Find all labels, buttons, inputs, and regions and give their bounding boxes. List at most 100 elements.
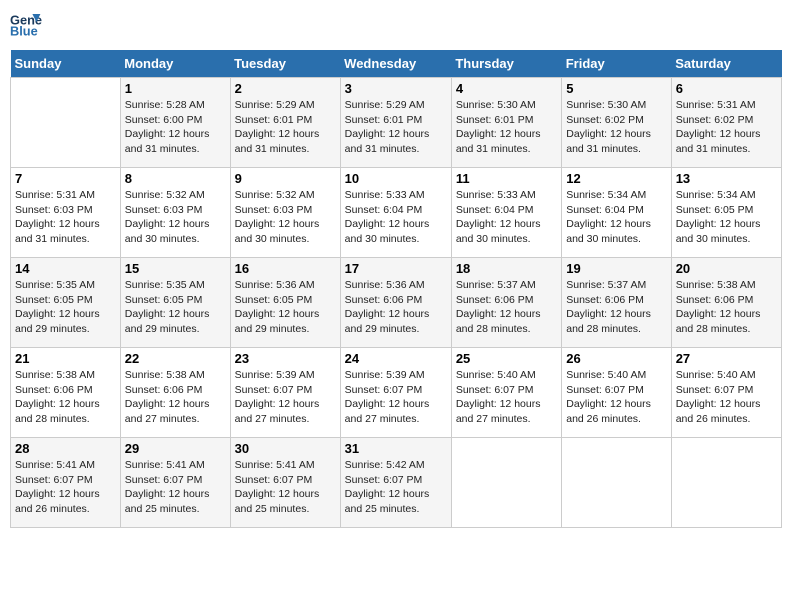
day-number: 25	[456, 351, 557, 366]
calendar-header: SundayMondayTuesdayWednesdayThursdayFrid…	[11, 50, 782, 78]
day-info: Sunrise: 5:28 AMSunset: 6:00 PMDaylight:…	[125, 98, 226, 157]
day-info: Sunrise: 5:42 AMSunset: 6:07 PMDaylight:…	[345, 458, 447, 517]
day-number: 24	[345, 351, 447, 366]
logo: General Blue	[10, 10, 46, 42]
day-info: Sunrise: 5:39 AMSunset: 6:07 PMDaylight:…	[345, 368, 447, 427]
calendar-cell: 6 Sunrise: 5:31 AMSunset: 6:02 PMDaylight…	[671, 78, 781, 168]
day-number: 26	[566, 351, 666, 366]
calendar-cell: 10 Sunrise: 5:33 AMSunset: 6:04 PMDayligh…	[340, 168, 451, 258]
calendar-cell	[11, 78, 121, 168]
day-number: 27	[676, 351, 777, 366]
weekday-thursday: Thursday	[451, 50, 561, 78]
day-number: 22	[125, 351, 226, 366]
day-info: Sunrise: 5:36 AMSunset: 6:05 PMDaylight:…	[235, 278, 336, 337]
calendar-cell: 21Sunrise: 5:38 AMSunset: 6:06 PMDayligh…	[11, 348, 121, 438]
calendar-cell: 16Sunrise: 5:36 AMSunset: 6:05 PMDayligh…	[230, 258, 340, 348]
day-number: 18	[456, 261, 557, 276]
day-info: Sunrise: 5:31 AMSunset: 6:02 PMDaylight:…	[676, 98, 777, 157]
day-info: Sunrise: 5:32 AMSunset: 6:03 PMDaylight:…	[235, 188, 336, 247]
calendar-cell: 20 Sunrise: 5:38 AMSunset: 6:06 PMDayligh…	[671, 258, 781, 348]
day-info: Sunrise: 5:29 AMSunset: 6:01 PMDaylight:…	[235, 98, 336, 157]
calendar-cell: 7Sunrise: 5:31 AMSunset: 6:03 PMDaylight…	[11, 168, 121, 258]
calendar-cell: 19 Sunrise: 5:37 AMSunset: 6:06 PMDayligh…	[562, 258, 671, 348]
day-info: Sunrise: 5:33 AMSunset: 6:04 PMDaylight:…	[456, 188, 557, 247]
day-info: Sunrise: 5:34 AMSunset: 6:05 PMDaylight:…	[676, 188, 777, 247]
day-number: 8	[125, 171, 226, 186]
calendar-table: SundayMondayTuesdayWednesdayThursdayFrid…	[10, 50, 782, 528]
calendar-cell: 5 Sunrise: 5:30 AMSunset: 6:02 PMDaylight…	[562, 78, 671, 168]
day-number: 13	[676, 171, 777, 186]
calendar-cell: 31 Sunrise: 5:42 AMSunset: 6:07 PMDayligh…	[340, 438, 451, 528]
logo-icon: General Blue	[10, 10, 42, 42]
day-info: Sunrise: 5:34 AMSunset: 6:04 PMDaylight:…	[566, 188, 666, 247]
day-number: 6	[676, 81, 777, 96]
calendar-cell: 22 Sunrise: 5:38 AMSunset: 6:06 PMDayligh…	[120, 348, 230, 438]
weekday-monday: Monday	[120, 50, 230, 78]
day-info: Sunrise: 5:33 AMSunset: 6:04 PMDaylight:…	[345, 188, 447, 247]
calendar-cell: 30Sunrise: 5:41 AMSunset: 6:07 PMDayligh…	[230, 438, 340, 528]
day-info: Sunrise: 5:36 AMSunset: 6:06 PMDaylight:…	[345, 278, 447, 337]
day-info: Sunrise: 5:38 AMSunset: 6:06 PMDaylight:…	[125, 368, 226, 427]
day-info: Sunrise: 5:37 AMSunset: 6:06 PMDaylight:…	[566, 278, 666, 337]
day-info: Sunrise: 5:41 AMSunset: 6:07 PMDaylight:…	[15, 458, 116, 517]
weekday-wednesday: Wednesday	[340, 50, 451, 78]
calendar-cell: 4 Sunrise: 5:30 AMSunset: 6:01 PMDaylight…	[451, 78, 561, 168]
day-number: 10	[345, 171, 447, 186]
day-number: 17	[345, 261, 447, 276]
calendar-cell: 26 Sunrise: 5:40 AMSunset: 6:07 PMDayligh…	[562, 348, 671, 438]
day-number: 29	[125, 441, 226, 456]
calendar-cell: 25 Sunrise: 5:40 AMSunset: 6:07 PMDayligh…	[451, 348, 561, 438]
weekday-friday: Friday	[562, 50, 671, 78]
day-number: 1	[125, 81, 226, 96]
day-number: 2	[235, 81, 336, 96]
day-info: Sunrise: 5:40 AMSunset: 6:07 PMDaylight:…	[456, 368, 557, 427]
calendar-cell	[451, 438, 561, 528]
calendar-cell	[562, 438, 671, 528]
calendar-cell: 9Sunrise: 5:32 AMSunset: 6:03 PMDaylight…	[230, 168, 340, 258]
day-number: 20	[676, 261, 777, 276]
calendar-cell: 29Sunrise: 5:41 AMSunset: 6:07 PMDayligh…	[120, 438, 230, 528]
calendar-cell: 18 Sunrise: 5:37 AMSunset: 6:06 PMDayligh…	[451, 258, 561, 348]
weekday-sunday: Sunday	[11, 50, 121, 78]
day-info: Sunrise: 5:32 AMSunset: 6:03 PMDaylight:…	[125, 188, 226, 247]
calendar-cell: 17 Sunrise: 5:36 AMSunset: 6:06 PMDayligh…	[340, 258, 451, 348]
calendar-week-2: 7Sunrise: 5:31 AMSunset: 6:03 PMDaylight…	[11, 168, 782, 258]
day-info: Sunrise: 5:37 AMSunset: 6:06 PMDaylight:…	[456, 278, 557, 337]
calendar-cell: 13 Sunrise: 5:34 AMSunset: 6:05 PMDayligh…	[671, 168, 781, 258]
day-number: 12	[566, 171, 666, 186]
weekday-header-row: SundayMondayTuesdayWednesdayThursdayFrid…	[11, 50, 782, 78]
calendar-cell	[671, 438, 781, 528]
day-number: 14	[15, 261, 116, 276]
calendar-cell: 3 Sunrise: 5:29 AMSunset: 6:01 PMDaylight…	[340, 78, 451, 168]
day-number: 5	[566, 81, 666, 96]
calendar-cell: 23Sunrise: 5:39 AMSunset: 6:07 PMDayligh…	[230, 348, 340, 438]
calendar-week-4: 21Sunrise: 5:38 AMSunset: 6:06 PMDayligh…	[11, 348, 782, 438]
day-number: 19	[566, 261, 666, 276]
calendar-body: 1 Sunrise: 5:28 AMSunset: 6:00 PMDaylight…	[11, 78, 782, 528]
day-number: 31	[345, 441, 447, 456]
calendar-cell: 2 Sunrise: 5:29 AMSunset: 6:01 PMDaylight…	[230, 78, 340, 168]
calendar-cell: 27 Sunrise: 5:40 AMSunset: 6:07 PMDayligh…	[671, 348, 781, 438]
day-info: Sunrise: 5:40 AMSunset: 6:07 PMDaylight:…	[566, 368, 666, 427]
calendar-cell: 8 Sunrise: 5:32 AMSunset: 6:03 PMDaylight…	[120, 168, 230, 258]
calendar-week-3: 14 Sunrise: 5:35 AMSunset: 6:05 PMDayligh…	[11, 258, 782, 348]
day-info: Sunrise: 5:29 AMSunset: 6:01 PMDaylight:…	[345, 98, 447, 157]
weekday-tuesday: Tuesday	[230, 50, 340, 78]
day-number: 4	[456, 81, 557, 96]
day-number: 7	[15, 171, 116, 186]
day-info: Sunrise: 5:30 AMSunset: 6:02 PMDaylight:…	[566, 98, 666, 157]
day-info: Sunrise: 5:35 AMSunset: 6:05 PMDaylight:…	[125, 278, 226, 337]
day-number: 30	[235, 441, 336, 456]
svg-text:Blue: Blue	[10, 24, 38, 39]
calendar-cell: 24 Sunrise: 5:39 AMSunset: 6:07 PMDayligh…	[340, 348, 451, 438]
day-info: Sunrise: 5:30 AMSunset: 6:01 PMDaylight:…	[456, 98, 557, 157]
calendar-cell: 28Sunrise: 5:41 AMSunset: 6:07 PMDayligh…	[11, 438, 121, 528]
day-number: 3	[345, 81, 447, 96]
day-number: 11	[456, 171, 557, 186]
calendar-cell: 15 Sunrise: 5:35 AMSunset: 6:05 PMDayligh…	[120, 258, 230, 348]
calendar-cell: 1 Sunrise: 5:28 AMSunset: 6:00 PMDaylight…	[120, 78, 230, 168]
day-info: Sunrise: 5:38 AMSunset: 6:06 PMDaylight:…	[676, 278, 777, 337]
calendar-cell: 11 Sunrise: 5:33 AMSunset: 6:04 PMDayligh…	[451, 168, 561, 258]
day-number: 15	[125, 261, 226, 276]
day-info: Sunrise: 5:40 AMSunset: 6:07 PMDaylight:…	[676, 368, 777, 427]
